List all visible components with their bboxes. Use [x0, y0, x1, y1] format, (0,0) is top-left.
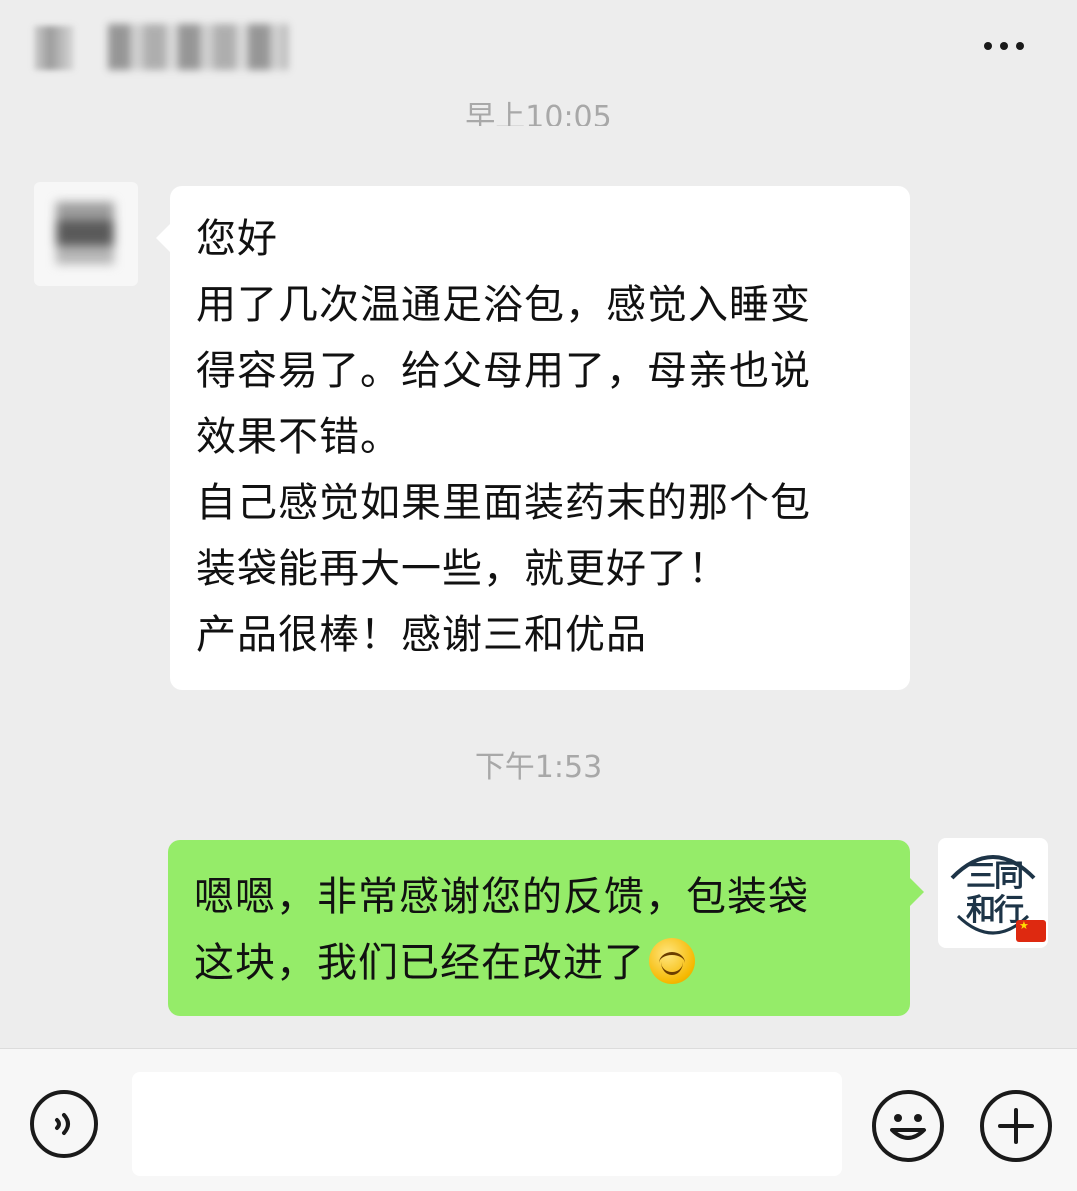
message-line: 得容易了。给父母用了，母亲也说 — [196, 348, 811, 394]
message-line: 用了几次温通足浴包，感觉入睡变 — [196, 282, 811, 328]
back-icon[interactable] — [34, 26, 74, 70]
voice-icon[interactable] — [30, 1090, 98, 1158]
incoming-message-bubble[interactable]: 您好 用了几次温通足浴包，感觉入睡变 得容易了。给父母用了，母亲也说 效果不错。… — [156, 186, 910, 690]
message-input[interactable] — [132, 1072, 842, 1176]
message-line: 这块，我们已经在改进了 — [194, 930, 904, 996]
china-flag-icon — [1016, 919, 1046, 942]
contact-avatar[interactable] — [34, 182, 138, 286]
logo-line-1: 三同 — [966, 859, 1024, 894]
outgoing-message-text: 嗯嗯，非常感谢您的反馈，包装袋 这块，我们已经在改进了 — [194, 864, 904, 996]
emoji-icon[interactable] — [872, 1090, 944, 1162]
message-line-text: 这块，我们已经在改进了 — [194, 940, 645, 986]
more-dots-icon[interactable] — [972, 26, 1036, 66]
message-line: 效果不错。 — [196, 414, 401, 460]
blush-smile-emoji-icon — [649, 938, 695, 984]
plus-icon[interactable] — [980, 1090, 1052, 1162]
chat-header — [0, 0, 1077, 96]
message-line: 产品很棒！感谢三和优品 — [196, 612, 647, 658]
message-line: 您好 — [196, 216, 278, 262]
avatar-logo-text: 三同 和行 — [946, 860, 1042, 928]
message-line: 自己感觉如果里面装药末的那个包 — [196, 480, 811, 526]
outgoing-message-bubble[interactable]: 嗯嗯，非常感谢您的反馈，包装袋 这块，我们已经在改进了 — [168, 840, 924, 1016]
message-line: 装袋能再大一些，就更好了！ — [196, 546, 729, 592]
chat-title-blurred — [108, 24, 288, 70]
message-line: 嗯嗯，非常感谢您的反馈，包装袋 — [194, 874, 809, 920]
timestamp-afternoon: 下午1:53 — [474, 750, 603, 785]
timestamp-morning: 早上10:05 — [465, 100, 612, 126]
incoming-message-text: 您好 用了几次温通足浴包，感觉入睡变 得容易了。给父母用了，母亲也说 效果不错。… — [196, 206, 896, 668]
